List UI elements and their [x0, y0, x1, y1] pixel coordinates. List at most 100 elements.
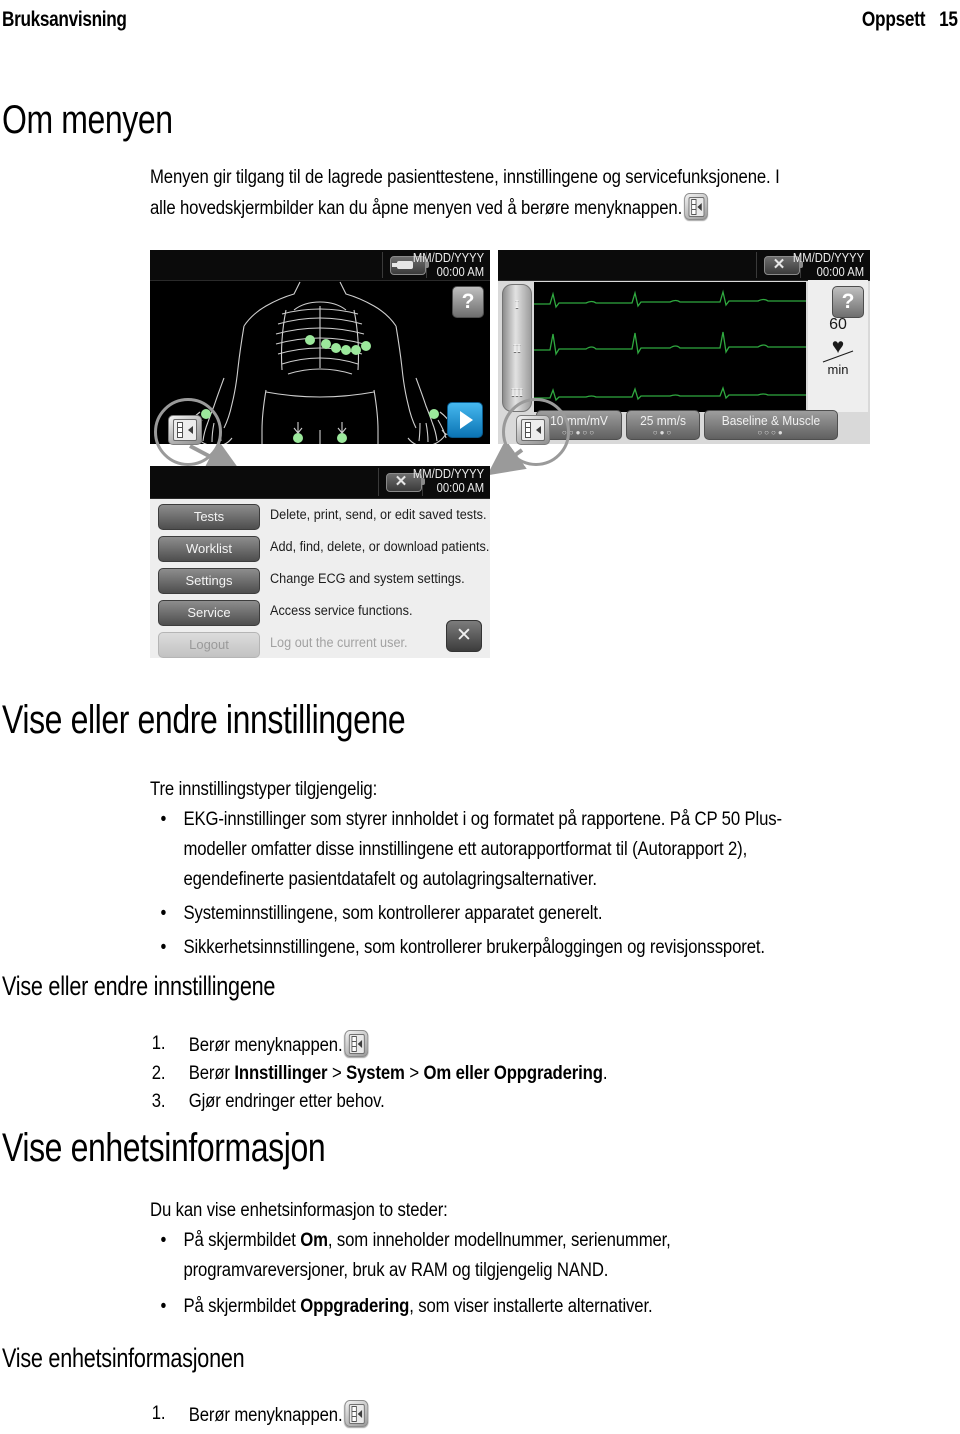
service-button[interactable]: Service — [158, 600, 260, 626]
menu-row-tests[interactable]: Tests Delete, print, send, or edit saved… — [158, 504, 487, 530]
bullet-om-bold: Om — [300, 1230, 328, 1251]
om-menyen-line-2-text: alle hovedskjermbilder kan du åpne menye… — [150, 198, 683, 219]
menu-screen-datetime: MM/DD/YYYY 00:00 AM — [413, 467, 484, 495]
lead-label-3: III — [511, 385, 523, 399]
bullet-item-oppgradering-skjerm: • På skjermbildet Oppgradering, som vise… — [150, 1292, 942, 1322]
logout-description: Log out the current user. — [270, 635, 408, 650]
menu-row-service[interactable]: Service Access service functions. — [158, 600, 484, 626]
vise-enhetsinformasjon-bullets: • På skjermbildet Om, som inneholder mod… — [150, 1226, 942, 1322]
ecg-screen-datetime: MM/DD/YYYY 00:00 AM — [793, 251, 864, 279]
electrode-screen-titlebar: MM/DD/YYYY 00:00 AM — [150, 250, 490, 281]
filter-button-label: Baseline & Muscle — [721, 413, 821, 428]
bullet-om-line-2: programvareversjoner, bruk av RAM og til… — [183, 1260, 609, 1281]
heart-rate-unit: min — [827, 362, 849, 377]
menu-button-icon[interactable] — [516, 415, 550, 445]
bullet-marker: • — [160, 1296, 167, 1317]
heading-vise-enhetsinformasjon: Vise enhetsinformasjon — [2, 1126, 326, 1170]
lead-selector-column[interactable]: I II III — [502, 284, 532, 412]
menu-button-icon[interactable] — [168, 415, 202, 445]
vise-endre-intro: Tre innstillingstyper tilgjengelig: — [150, 779, 378, 800]
step-1-final-text: Berør menyknappen. — [188, 1405, 343, 1426]
menu-button-icon — [344, 1030, 369, 1057]
electrode-screen-datetime: MM/DD/YYYY 00:00 AM — [413, 251, 484, 279]
bullet-item-ekg: • EKG-innstillinger som styrer innholdet… — [150, 805, 942, 895]
bullet-item-om-skjerm: • På skjermbildet Om, som inneholder mod… — [150, 1226, 942, 1286]
bullet-marker: • — [160, 809, 167, 830]
menu-button-icon — [683, 193, 708, 220]
bullet-system-text: Systeminnstillingene, som kontrollerer a… — [183, 903, 603, 924]
ecg-screen-titlebar: ✕ MM/DD/YYYY 00:00 AM — [498, 250, 870, 281]
logout-button: Logout — [158, 632, 260, 658]
step-2-number: 2. — [151, 1063, 166, 1084]
help-button[interactable]: ? — [832, 286, 864, 318]
bullet-marker: • — [160, 1230, 167, 1251]
heading-om-menyen: Om menyen — [2, 98, 173, 142]
step-2-suffix: . — [602, 1063, 608, 1084]
speed-button-label: 25 mm/s — [640, 413, 686, 428]
lead-label-1: I — [515, 297, 519, 311]
speed-button-dots: ○●○ — [652, 428, 674, 437]
menu-row-settings[interactable]: Settings Change ECG and system settings. — [158, 568, 484, 594]
om-menyen-line-2: alle hovedskjermbilder kan du åpne menye… — [150, 193, 942, 224]
bullet-marker: • — [160, 937, 167, 958]
bullet-om-prefix: På skjermbildet — [183, 1230, 301, 1251]
electrode-screen-date: MM/DD/YYYY — [412, 251, 484, 265]
header-right-group: Oppsett 15 — [848, 8, 958, 32]
step-2-sep-1: > — [327, 1063, 347, 1084]
bullet-ekg-line-2: modeller omfatter disse innstillingene e… — [183, 839, 748, 860]
main-menu-screen[interactable]: ✕ MM/DD/YYYY 00:00 AM Tests Delete, prin… — [150, 466, 490, 658]
filter-button[interactable]: Baseline & Muscle ○○○● — [704, 410, 838, 440]
step-3-text: Gjør endringer etter behov. — [188, 1091, 385, 1112]
page-running-header: Bruksanvisning Oppsett 15 — [0, 8, 960, 42]
speed-button[interactable]: 25 mm/s ○●○ — [626, 410, 700, 440]
om-menyen-paragraph: Menyen gir tilgang til de lagrede pasien… — [150, 163, 942, 224]
bullet-item-sikkerhet: • Sikkerhetsinnstillingene, som kontroll… — [150, 933, 942, 963]
vise-endre-steps: 1. Berør menyknappen. 2. Berør Innstilli… — [150, 1030, 942, 1116]
ecg-trace-area — [534, 282, 806, 412]
menu-screen-titlebar: ✕ MM/DD/YYYY 00:00 AM — [150, 466, 490, 499]
step-1: 1. Berør menyknappen. — [150, 1030, 942, 1060]
step-2: 2. Berør Innstillinger > System > Om ell… — [150, 1060, 942, 1088]
step-2-bold-innstillinger: Innstillinger — [234, 1063, 328, 1084]
ecg-screen-time: 00:00 AM — [816, 265, 864, 279]
worklist-description: Add, find, delete, or download patients. — [270, 539, 490, 554]
electrode-screen-time: 00:00 AM — [436, 265, 484, 279]
header-section-name: Oppsett — [861, 8, 926, 31]
settings-button[interactable]: Settings — [158, 568, 260, 594]
step-2-bold-system: System — [346, 1063, 405, 1084]
step-1-text: Berør menyknappen. — [188, 1035, 343, 1056]
step-3-number: 3. — [151, 1091, 166, 1112]
bullet-oppgradering-bold: Oppgradering — [300, 1296, 410, 1317]
worklist-button[interactable]: Worklist — [158, 536, 260, 562]
vise-endre-bullets: • EKG-innstillinger som styrer innholdet… — [150, 805, 942, 963]
bullet-om-suffix: , som inneholder modellnummer, serienumm… — [327, 1230, 671, 1251]
bullet-om-line-1: På skjermbildet Om, som inneholder model… — [183, 1226, 942, 1256]
step-2-sep-2: > — [404, 1063, 424, 1084]
settings-description: Change ECG and system settings. — [270, 571, 465, 586]
help-button[interactable]: ? — [452, 286, 484, 318]
bullet-oppgradering-line: På skjermbildet Oppgradering, som viser … — [183, 1292, 942, 1322]
menu-row-worklist[interactable]: Worklist Add, find, delete, or download … — [158, 536, 489, 562]
bullet-ekg-line-1: EKG-innstillinger som styrer innholdet i… — [183, 809, 782, 830]
bullet-sikkerhet-text: Sikkerhetsinnstillingene, som kontroller… — [183, 937, 765, 958]
tests-description: Delete, print, send, or edit saved tests… — [270, 507, 487, 522]
bullet-item-system: • Systeminnstillingene, som kontrollerer… — [150, 899, 942, 929]
header-manual-title: Bruksanvisning — [2, 8, 127, 31]
menu-button-icon — [344, 1400, 369, 1427]
step-2-prefix: Berør — [188, 1063, 235, 1084]
bullet-ekg-line-3: egendefinerte pasientdatafelt og autolag… — [183, 869, 597, 890]
heading-vise-enhetsinformasjonen: Vise enhetsinformasjonen — [2, 1343, 245, 1373]
next-button[interactable] — [447, 402, 483, 438]
tests-button[interactable]: Tests — [158, 504, 260, 530]
menu-row-list: Tests Delete, print, send, or edit saved… — [150, 498, 490, 658]
lead-label-2: II — [513, 341, 521, 355]
om-menyen-line-1: Menyen gir tilgang til de lagrede pasien… — [150, 167, 780, 188]
bullet-oppgradering-prefix: På skjermbildet — [183, 1296, 301, 1317]
menu-screen-date: MM/DD/YYYY — [412, 467, 484, 481]
heart-rate-value: 60 — [829, 316, 847, 333]
vise-enhetsinformasjon-intro: Du kan vise enhetsinformasjon to steder: — [150, 1200, 448, 1221]
filter-button-dots: ○○○● — [757, 428, 785, 437]
bullet-marker: • — [160, 903, 167, 924]
menu-screen-time: 00:00 AM — [436, 481, 484, 495]
close-icon[interactable]: ✕ — [446, 620, 482, 652]
